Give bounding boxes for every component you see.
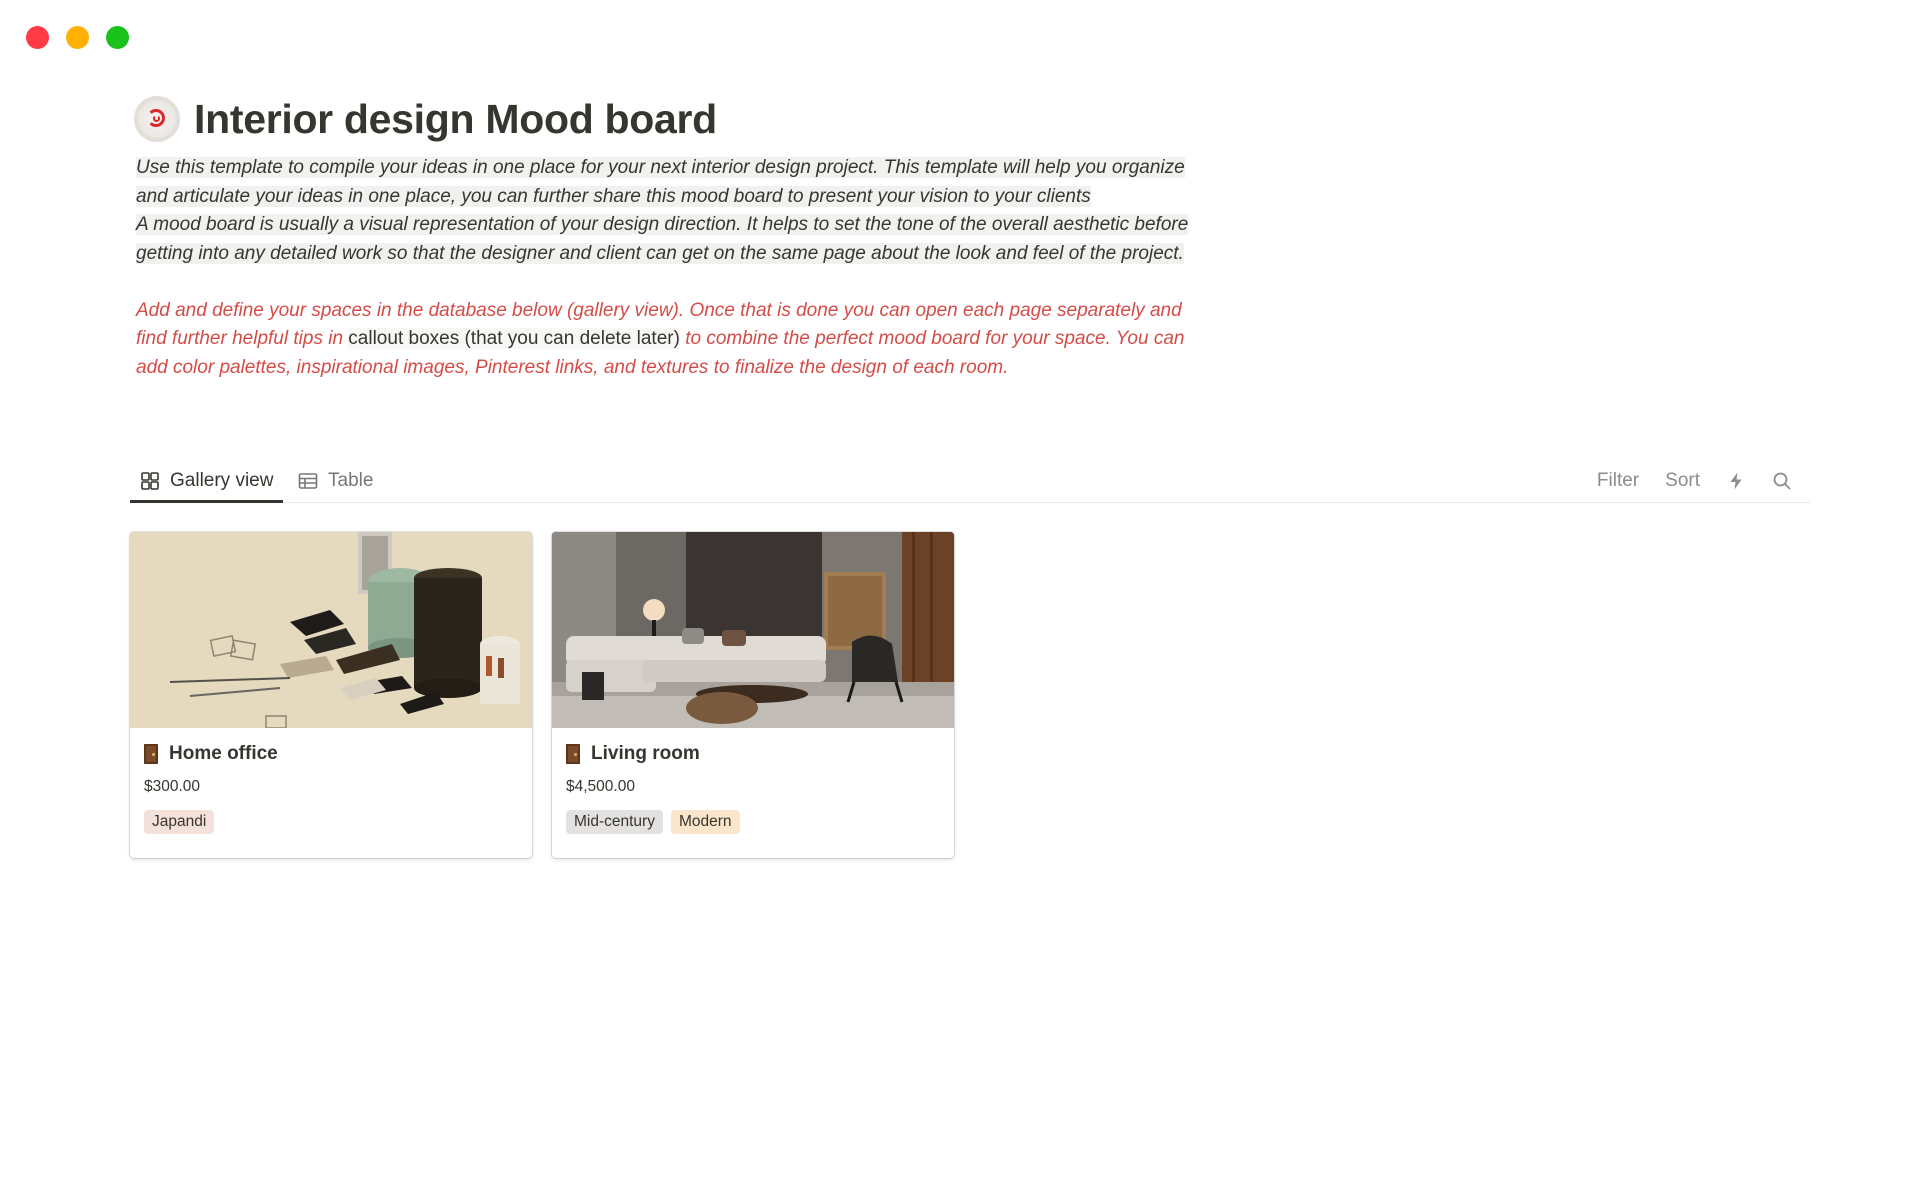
door-icon — [566, 744, 580, 764]
page-title[interactable]: Interior design Mood board — [194, 96, 717, 143]
card-price: $300.00 — [144, 778, 201, 795]
tag-japandi: Japandi — [144, 810, 215, 834]
gallery: Home office $300.00 Japandi Living room … — [130, 532, 954, 858]
filter-button[interactable]: Filter — [1597, 470, 1639, 492]
window-minimize-button[interactable] — [66, 26, 89, 49]
card-title: Home office — [144, 740, 518, 768]
sort-button[interactable]: Sort — [1665, 470, 1700, 492]
card-cover-image — [552, 532, 954, 728]
card-cover-image — [130, 532, 532, 728]
tag-mid-century: Mid-century — [566, 810, 663, 834]
spiral-candy-icon[interactable] — [134, 96, 180, 142]
database-view-bar: Gallery view Table Filter Sort — [130, 462, 1810, 503]
living-room-image — [552, 532, 954, 728]
card-title-text: Home office — [169, 743, 278, 764]
card-title: Living room — [566, 740, 940, 768]
card-title-text: Living room — [591, 743, 700, 764]
tab-table-label: Table — [328, 470, 374, 491]
search-icon[interactable] — [1772, 471, 1792, 491]
inline-code: callout boxes (that you can delete later… — [348, 328, 680, 349]
card-tags: Japandi — [144, 810, 518, 834]
view-actions: Filter Sort — [1597, 462, 1792, 500]
tab-gallery-label: Gallery view — [170, 470, 274, 491]
gallery-grid-icon — [141, 472, 159, 490]
gallery-card-living-room[interactable]: Living room $4,500.00 Mid-century Modern — [552, 532, 954, 858]
window-controls — [26, 26, 129, 49]
door-icon — [144, 744, 158, 764]
intro-paragraph-2: A mood board is usually a visual represe… — [136, 214, 1189, 264]
intro-paragraph-1: Use this template to compile your ideas … — [136, 157, 1185, 207]
tab-gallery-view[interactable]: Gallery view — [130, 462, 284, 503]
tag-modern: Modern — [670, 810, 740, 834]
window-close-button[interactable] — [26, 26, 49, 49]
card-tags: Mid-century Modern — [566, 810, 940, 834]
window-maximize-button[interactable] — [106, 26, 129, 49]
page-header: Interior design Mood board — [134, 90, 1810, 148]
gallery-card-home-office[interactable]: Home office $300.00 Japandi — [130, 532, 532, 858]
tips-paragraph: Add and define your spaces in the databa… — [136, 299, 1185, 378]
card-price: $4,500.00 — [566, 778, 635, 795]
page-description: Use this template to compile your ideas … — [136, 154, 1196, 382]
japandi-still-life-image — [130, 532, 532, 728]
tab-table[interactable]: Table — [298, 462, 373, 500]
table-icon — [298, 473, 318, 489]
lightning-icon[interactable] — [1726, 471, 1746, 491]
page: Interior design Mood board Use this temp… — [130, 90, 1810, 858]
